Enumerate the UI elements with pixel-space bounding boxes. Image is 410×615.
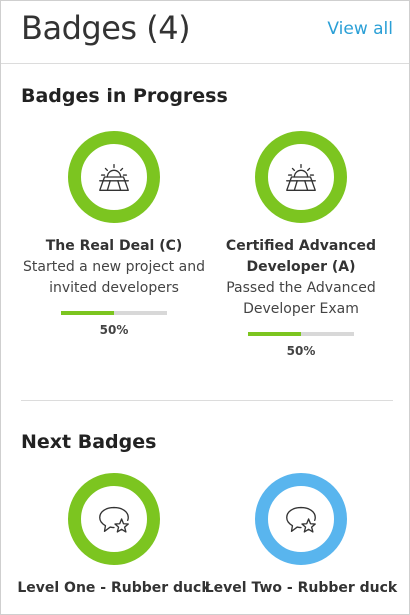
badge-name: Level Two - Rubber duck	[204, 580, 398, 596]
badge-ring	[68, 473, 160, 565]
badge-description: Started a new project and invited develo…	[23, 259, 205, 296]
badge-progress-label: 50%	[99, 323, 129, 337]
section-title-in-progress: Badges in Progress	[21, 85, 228, 107]
badge-card[interactable]: Certified Advanced Developer (A) Passed …	[201, 131, 401, 358]
landscape-sun-icon	[286, 163, 316, 191]
badge-ring	[255, 473, 347, 565]
page-title: Badges (4)	[21, 9, 191, 47]
landscape-sun-icon	[99, 163, 129, 191]
chat-star-icon	[99, 506, 129, 533]
badge-ring	[68, 131, 160, 223]
progress-fill	[248, 332, 301, 336]
badge-progress-bar	[248, 332, 354, 336]
section-divider	[21, 400, 393, 401]
header-divider	[1, 63, 409, 64]
badge-progress-bar	[61, 311, 167, 315]
panel-header: Badges (4) View all	[21, 9, 393, 53]
badge-progress-label: 50%	[286, 344, 316, 358]
badge-card[interactable]: Level Two - Rubber duck	[201, 473, 401, 599]
badge-name: Level One - Rubber duck	[17, 580, 211, 596]
badge-name: Certified Advanced Developer (A)	[225, 238, 377, 275]
view-all-link[interactable]: View all	[327, 19, 393, 39]
badge-ring	[255, 131, 347, 223]
badges-panel: Badges (4) View all Badges in Progress T…	[0, 0, 410, 615]
badge-description: Passed the Advanced Developer Exam	[226, 280, 376, 317]
badge-card[interactable]: The Real Deal (C) Started a new project …	[14, 131, 214, 337]
chat-star-icon	[286, 506, 316, 533]
progress-fill	[61, 311, 114, 315]
badge-card[interactable]: Level One - Rubber duck	[14, 473, 214, 599]
badge-name: The Real Deal (C)	[45, 238, 183, 254]
section-title-next: Next Badges	[21, 431, 157, 453]
